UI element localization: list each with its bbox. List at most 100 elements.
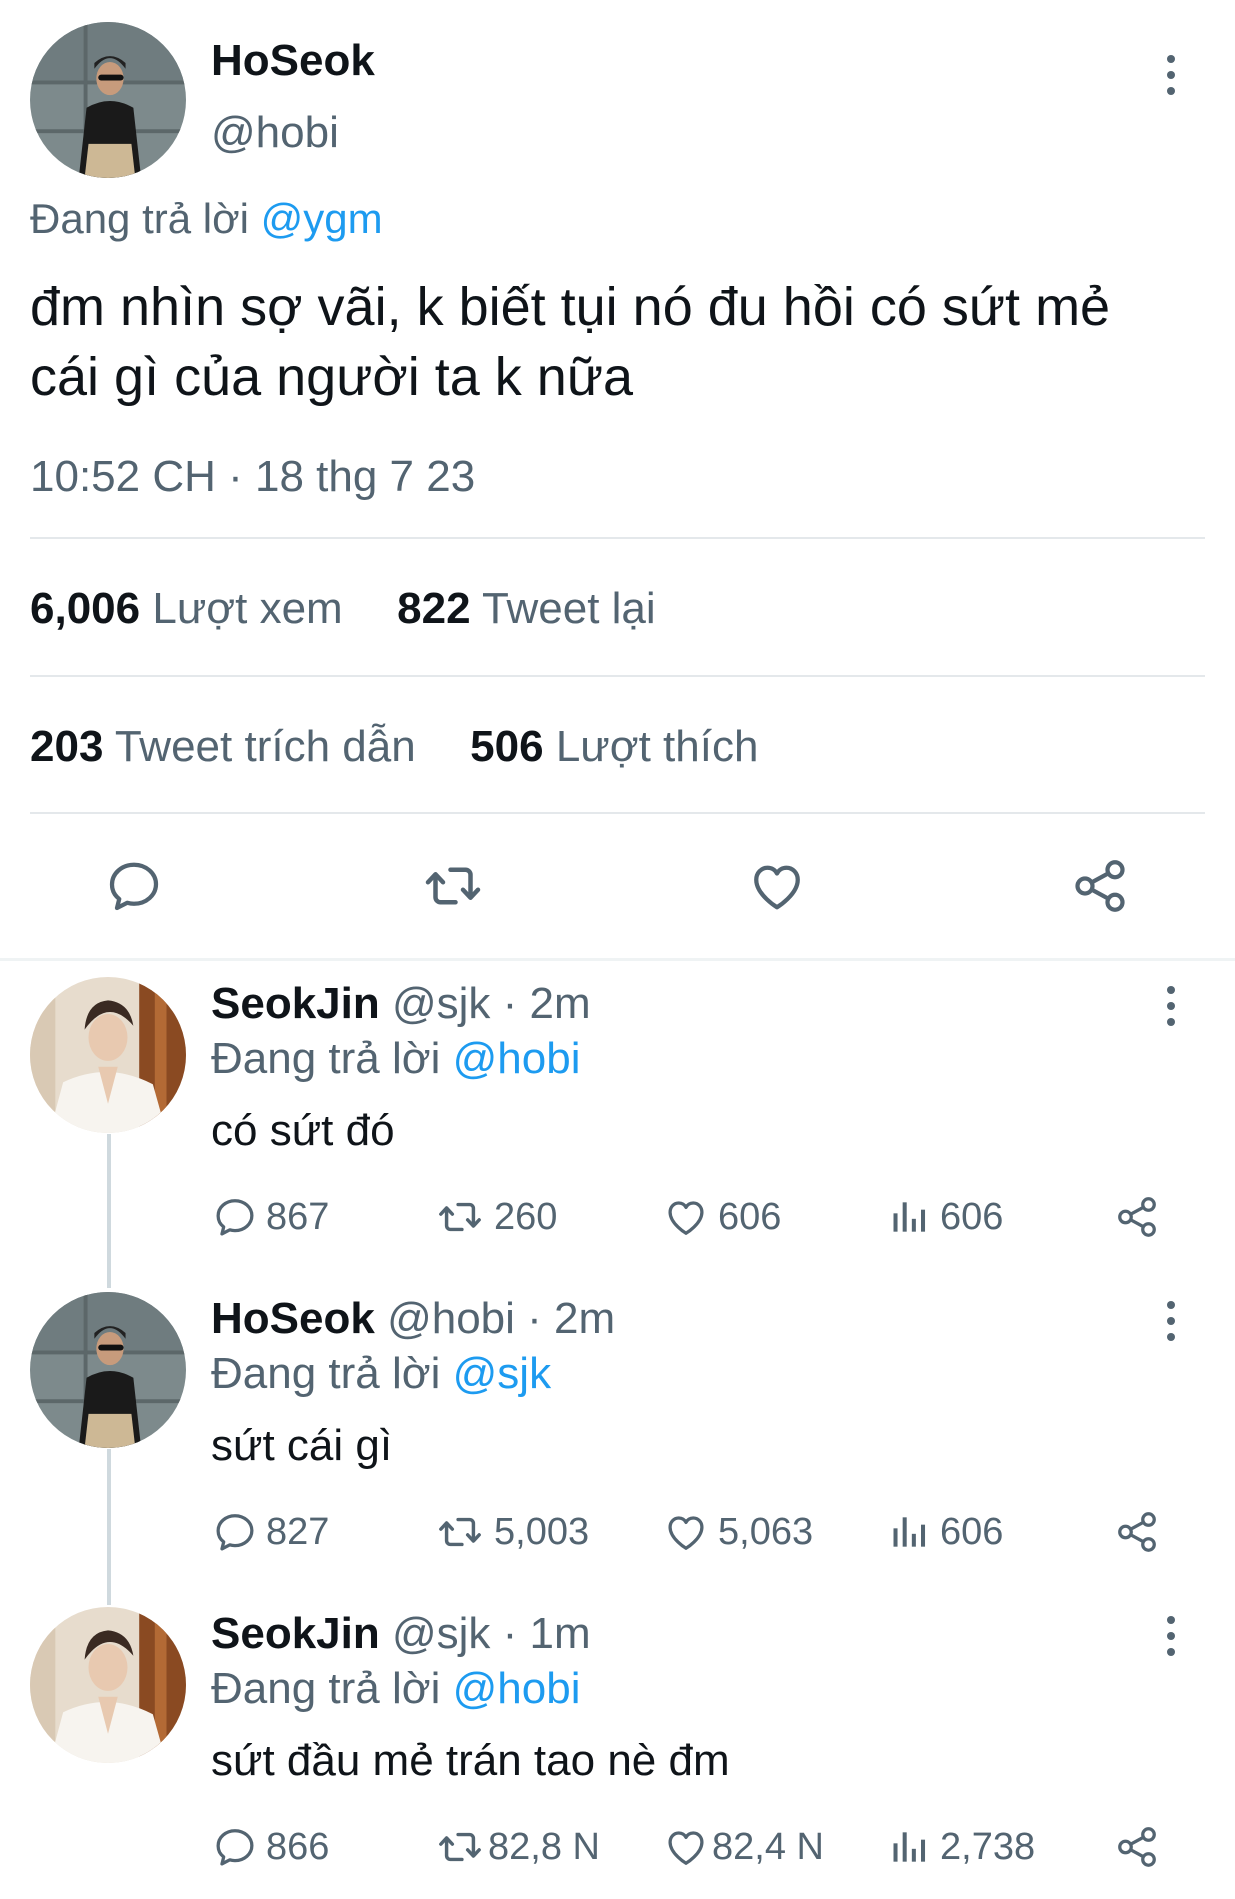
reply-button[interactable]: 866 <box>212 1824 329 1870</box>
retweet-icon <box>434 1824 486 1870</box>
like-icon <box>662 1824 710 1870</box>
tweet-text-line: cái gì của người ta k nữa <box>30 347 634 407</box>
reply-text: sứt cái gì <box>211 1421 393 1470</box>
views-button[interactable]: 606 <box>888 1194 1003 1240</box>
more-options-icon[interactable] <box>1164 55 1178 95</box>
share-icon <box>1114 1194 1160 1240</box>
reply-header: SeokJin @sjk · 1m <box>211 1609 591 1659</box>
avatar[interactable] <box>30 1607 186 1763</box>
author-name[interactable]: HoSeok <box>211 1294 375 1343</box>
reply-text: sứt đầu mẻ trán tao nè đm <box>211 1736 730 1785</box>
more-options-icon[interactable] <box>1164 1301 1178 1341</box>
retweet-count: 5,003 <box>494 1510 590 1553</box>
divider <box>30 675 1205 677</box>
author-handle[interactable]: @hobi <box>387 1294 515 1343</box>
avatar[interactable] <box>30 977 186 1133</box>
reply-time[interactable]: · 2m <box>503 979 591 1028</box>
avatar[interactable] <box>30 1292 186 1448</box>
reply-button[interactable]: 867 <box>212 1194 329 1240</box>
views-icon <box>888 1824 932 1870</box>
share-icon <box>1070 856 1130 916</box>
like-count: 5,063 <box>718 1510 814 1553</box>
quotes-count[interactable]: 203 <box>30 722 103 771</box>
retweets-label[interactable]: Tweet lại <box>482 584 656 633</box>
share-button[interactable] <box>1070 856 1130 916</box>
replying-to-link[interactable]: @hobi <box>453 1664 581 1713</box>
stats-row: 6,006 Lượt xem 822 Tweet lại <box>30 584 656 634</box>
author-handle[interactable]: @sjk <box>392 1609 490 1658</box>
like-icon <box>746 856 808 916</box>
reply-header: HoSeok @hobi · 2m <box>211 1294 615 1344</box>
tweet-text-line: đm nhìn sợ vãi, k biết tụi nó đu hồi có … <box>30 277 1111 337</box>
like-button[interactable]: 82,4 N <box>662 1824 824 1870</box>
retweet-count: 260 <box>494 1195 558 1238</box>
retweets-count[interactable]: 822 <box>397 584 470 633</box>
share-button[interactable] <box>1114 1824 1160 1870</box>
author-name[interactable]: SeokJin <box>211 1609 380 1658</box>
tweet-text: đm nhìn sợ vãi, k biết tụi nó đu hồi có … <box>30 272 1110 412</box>
like-icon <box>662 1509 710 1555</box>
likes-count[interactable]: 506 <box>470 722 543 771</box>
replying-to-link[interactable]: @ygm <box>261 195 383 242</box>
stats-row: 203 Tweet trích dẫn 506 Lượt thích <box>30 722 758 772</box>
like-button[interactable]: 606 <box>662 1194 781 1240</box>
views-button[interactable]: 606 <box>888 1509 1003 1555</box>
timestamp[interactable]: 10:52 CH · 18 thg 7 23 <box>30 452 475 502</box>
reply-icon <box>212 1824 258 1870</box>
like-count: 82,4 N <box>712 1825 824 1868</box>
like-icon <box>662 1194 710 1240</box>
retweet-button[interactable]: 260 <box>434 1194 557 1240</box>
divider <box>30 537 1205 539</box>
more-options-icon[interactable] <box>1164 1616 1178 1656</box>
views-button[interactable]: 2,738 <box>888 1824 1035 1870</box>
divider <box>30 812 1205 814</box>
views-icon <box>888 1194 932 1240</box>
retweet-icon <box>434 1509 486 1555</box>
replying-prefix: Đang trả lời <box>30 195 249 242</box>
replying-prefix: Đang trả lời <box>211 1349 441 1398</box>
share-icon <box>1114 1824 1160 1870</box>
replying-to: Đang trả lời @sjk <box>211 1349 551 1399</box>
reply-icon <box>104 856 164 916</box>
views-icon <box>888 1509 932 1555</box>
reply-count: 867 <box>266 1195 330 1238</box>
view-count: 606 <box>940 1195 1004 1238</box>
views-label: Lượt xem <box>152 584 343 633</box>
reply-time[interactable]: · 2m <box>527 1294 615 1343</box>
like-count: 606 <box>718 1195 782 1238</box>
thread-line <box>107 1134 111 1288</box>
avatar[interactable] <box>30 22 186 178</box>
likes-label[interactable]: Lượt thích <box>556 722 759 771</box>
reply-header: SeokJin @sjk · 2m <box>211 979 591 1029</box>
view-count: 2,738 <box>940 1825 1036 1868</box>
share-button[interactable] <box>1114 1509 1160 1555</box>
views-count: 6,006 <box>30 584 141 633</box>
retweet-button[interactable]: 5,003 <box>434 1509 589 1555</box>
reply-button[interactable] <box>104 856 164 916</box>
quotes-label[interactable]: Tweet trích dẫn <box>115 722 416 771</box>
reply-button[interactable]: 827 <box>212 1509 329 1555</box>
share-icon <box>1114 1509 1160 1555</box>
reply-time[interactable]: · 1m <box>503 1609 591 1658</box>
author-handle[interactable]: @hobi <box>211 108 339 158</box>
more-options-icon[interactable] <box>1164 986 1178 1026</box>
author-name[interactable]: HoSeok <box>211 36 375 86</box>
replying-to: Đang trả lời @hobi <box>211 1034 580 1084</box>
view-count: 606 <box>940 1510 1004 1553</box>
section-divider <box>0 958 1235 961</box>
like-button[interactable]: 5,063 <box>662 1509 813 1555</box>
author-name[interactable]: SeokJin <box>211 979 380 1028</box>
retweet-icon <box>434 1194 486 1240</box>
thread-line <box>107 1449 111 1605</box>
reply-count: 827 <box>266 1510 330 1553</box>
reply-icon <box>212 1194 258 1240</box>
like-button[interactable] <box>746 856 808 916</box>
replying-to-link[interactable]: @hobi <box>453 1034 581 1083</box>
retweet-button[interactable]: 82,8 N <box>434 1824 600 1870</box>
replying-to-link[interactable]: @sjk <box>453 1349 551 1398</box>
author-handle[interactable]: @sjk <box>392 979 490 1028</box>
share-button[interactable] <box>1114 1194 1160 1240</box>
retweet-button[interactable] <box>420 856 486 916</box>
reply-icon <box>212 1509 258 1555</box>
replying-to: Đang trả lời @ygm <box>30 195 383 243</box>
